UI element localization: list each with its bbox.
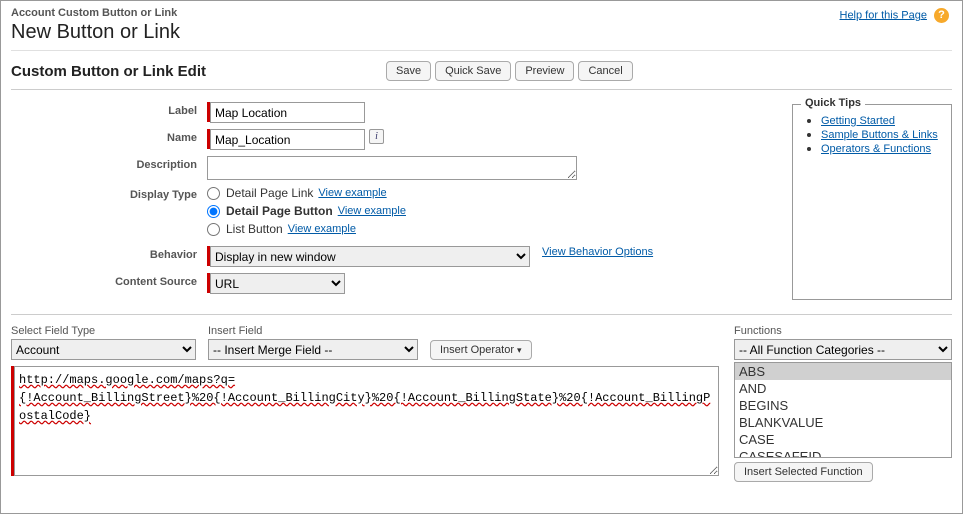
help-for-page-link[interactable]: Help for this Page ? (840, 8, 950, 23)
quick-tips-panel: Quick Tips Getting Started Sample Button… (792, 104, 952, 300)
quick-tip-link[interactable]: Sample Buttons & Links (821, 129, 938, 141)
detail-page-link-label: Detail Page Link (226, 186, 313, 200)
description-input[interactable] (207, 156, 577, 180)
detail-page-button-radio[interactable] (207, 205, 220, 218)
content-source-label: Content Source (11, 273, 207, 288)
formula-editor[interactable] (14, 366, 719, 476)
list-button-label: List Button (226, 222, 283, 236)
view-example-link[interactable]: View example (318, 187, 386, 199)
quick-save-button[interactable]: Quick Save (435, 61, 511, 81)
function-item[interactable]: BEGINS (735, 397, 951, 414)
display-type-label: Display Type (11, 186, 207, 201)
insert-field-label: Insert Field (208, 325, 418, 337)
function-item[interactable]: CASE (735, 431, 951, 448)
detail-page-link-radio[interactable] (207, 187, 220, 200)
label-label: Label (11, 102, 207, 117)
function-item[interactable]: AND (735, 380, 951, 397)
cancel-button[interactable]: Cancel (578, 61, 632, 81)
content-source-select[interactable]: URL (210, 273, 345, 294)
list-button-radio[interactable] (207, 223, 220, 236)
insert-merge-field-select[interactable]: -- Insert Merge Field -- (208, 339, 418, 360)
function-item[interactable]: ABS (735, 363, 951, 380)
quick-tip-link[interactable]: Getting Started (821, 115, 895, 127)
page-title: New Button or Link (11, 21, 952, 44)
info-icon[interactable]: i (369, 129, 384, 144)
quick-tip-link[interactable]: Operators & Functions (821, 143, 931, 155)
function-item[interactable]: BLANKVALUE (735, 414, 951, 431)
view-behavior-options-link[interactable]: View Behavior Options (542, 246, 653, 258)
save-button[interactable]: Save (386, 61, 431, 81)
function-item[interactable]: CASESAFEID (735, 448, 951, 458)
breadcrumb: Account Custom Button or Link (11, 7, 952, 19)
name-input[interactable] (210, 129, 365, 150)
name-label: Name (11, 129, 207, 144)
help-icon: ? (934, 8, 949, 23)
description-label: Description (11, 156, 207, 171)
function-category-select[interactable]: -- All Function Categories -- (734, 339, 952, 360)
behavior-label: Behavior (11, 246, 207, 261)
detail-page-button-label: Detail Page Button (226, 204, 333, 218)
divider (11, 314, 952, 315)
quick-tips-title: Quick Tips (801, 97, 865, 109)
view-example-link[interactable]: View example (338, 205, 406, 217)
functions-label: Functions (734, 325, 952, 337)
label-input[interactable] (210, 102, 365, 123)
chevron-down-icon: ▾ (517, 345, 522, 355)
behavior-select[interactable]: Display in new window (210, 246, 530, 267)
preview-button[interactable]: Preview (515, 61, 574, 81)
select-field-type-select[interactable]: Account (11, 339, 196, 360)
insert-selected-function-button[interactable]: Insert Selected Function (734, 462, 873, 482)
insert-operator-button[interactable]: Insert Operator ▾ (430, 340, 532, 360)
help-for-page-text: Help for this Page (840, 9, 927, 21)
view-example-link[interactable]: View example (288, 223, 356, 235)
function-list[interactable]: ABS AND BEGINS BLANKVALUE CASE CASESAFEI… (734, 362, 952, 458)
section-title: Custom Button or Link Edit (11, 63, 206, 80)
select-field-type-label: Select Field Type (11, 325, 196, 337)
section-header: Custom Button or Link Edit Save Quick Sa… (11, 51, 952, 90)
